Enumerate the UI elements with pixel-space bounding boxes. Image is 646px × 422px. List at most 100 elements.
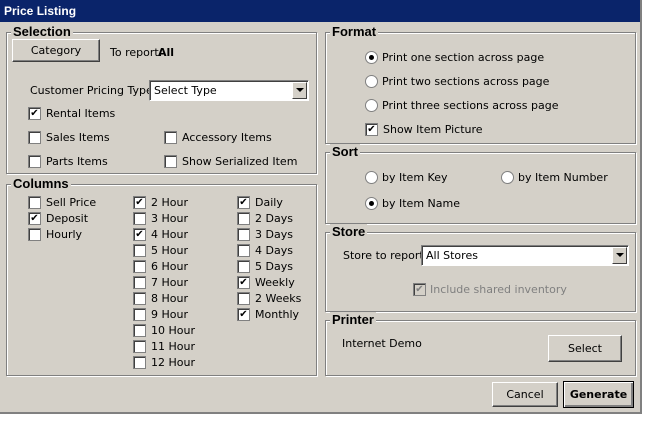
format-title: Format — [330, 24, 379, 40]
store-to-report-label: Store to report: — [343, 249, 428, 262]
column-label: 9 Hour — [151, 308, 188, 321]
column-checkbox[interactable] — [133, 276, 146, 289]
include-shared-checkbox[interactable]: ✔ — [413, 283, 426, 296]
column-label: Sell Price — [46, 196, 97, 209]
columns-group: Columns Sell Price ✔ Deposit Hourly ✔ 2 Hour 3… — [6, 176, 317, 376]
column-checkbox[interactable]: ✔ — [237, 196, 250, 209]
column-checkbox[interactable]: ✔ — [28, 212, 41, 225]
format-two-label: Print two sections across page — [382, 75, 550, 88]
rental-items-label: Rental Items — [46, 107, 116, 120]
cancel-button[interactable]: Cancel — [492, 382, 558, 407]
selection-group: Selection Category To report: All Custom… — [6, 24, 317, 174]
column-label: 6 Hour — [151, 260, 188, 273]
column-label: 2 Days — [255, 212, 293, 225]
generate-button[interactable]: Generate — [563, 381, 634, 408]
column-label: 4 Hour — [151, 228, 188, 241]
column-label: 7 Hour — [151, 276, 188, 289]
sort-item-name-radio[interactable] — [365, 197, 378, 210]
format-one-label: Print one section across page — [382, 51, 545, 64]
selection-title: Selection — [11, 24, 73, 40]
column-label: 4 Days — [255, 244, 293, 257]
column-checkbox[interactable] — [237, 260, 250, 273]
column-checkbox[interactable] — [133, 324, 146, 337]
sales-items-checkbox[interactable] — [28, 131, 41, 144]
format-one-radio[interactable] — [365, 51, 378, 64]
column-checkbox[interactable]: ✔ — [133, 228, 146, 241]
category-button[interactable]: Category — [12, 39, 100, 62]
column-checkbox[interactable] — [237, 292, 250, 305]
column-checkbox[interactable] — [133, 292, 146, 305]
format-three-radio[interactable] — [365, 99, 378, 112]
show-serialized-label: Show Serialized Item — [182, 155, 298, 168]
column-label: Hourly — [46, 228, 83, 241]
column-label: 12 Hour — [151, 356, 195, 369]
format-group: Format Print one section across page Pri… — [325, 24, 636, 144]
sort-item-number-radio[interactable] — [501, 171, 514, 184]
column-checkbox[interactable] — [133, 356, 146, 369]
column-checkbox[interactable] — [133, 212, 146, 225]
chevron-down-icon[interactable] — [292, 82, 307, 99]
column-label: Deposit — [46, 212, 89, 225]
printer-title: Printer — [330, 312, 376, 328]
column-label: 3 Hour — [151, 212, 188, 225]
column-label: 5 Hour — [151, 244, 188, 257]
sort-item-key-radio[interactable] — [365, 171, 378, 184]
sort-item-name-label: by Item Name — [382, 197, 460, 210]
column-label: 10 Hour — [151, 324, 195, 337]
sort-item-key-label: by Item Key — [382, 171, 448, 184]
printer-select-button[interactable]: Select — [548, 335, 622, 362]
pricing-type-select[interactable]: Select Type — [149, 80, 309, 101]
column-label: 11 Hour — [151, 340, 195, 353]
parts-items-checkbox[interactable] — [28, 155, 41, 168]
sort-group: Sort by Item Key by Item Number by Item … — [325, 144, 636, 224]
column-label: 8 Hour — [151, 292, 188, 305]
column-checkbox[interactable] — [133, 244, 146, 257]
sort-item-number-label: by Item Number — [518, 171, 608, 184]
column-checkbox[interactable]: ✔ — [237, 276, 250, 289]
column-checkbox[interactable]: ✔ — [133, 196, 146, 209]
parts-items-label: Parts Items — [46, 155, 108, 168]
accessory-items-label: Accessory Items — [182, 131, 272, 144]
column-label: Daily — [255, 196, 283, 209]
sales-items-label: Sales Items — [46, 131, 110, 144]
column-label: Weekly — [255, 276, 295, 289]
price-listing-dialog: Price Listing Selection Category To repo… — [0, 0, 642, 414]
rental-items-checkbox[interactable]: ✔ — [28, 107, 41, 120]
to-report-label: To report: — [110, 46, 163, 59]
column-label: 5 Days — [255, 260, 293, 273]
show-picture-checkbox[interactable]: ✔ — [365, 123, 378, 136]
chevron-down-icon[interactable] — [612, 247, 627, 264]
printer-group: Printer Internet Demo Select — [325, 312, 636, 376]
store-group: Store Store to report: All Stores ✔ Incl… — [325, 224, 636, 312]
column-label: 2 Weeks — [255, 292, 302, 305]
column-checkbox[interactable] — [237, 228, 250, 241]
column-checkbox[interactable] — [133, 308, 146, 321]
pricing-type-label: Customer Pricing Type: — [30, 84, 157, 97]
column-checkbox[interactable]: ✔ — [237, 308, 250, 321]
format-two-radio[interactable] — [365, 75, 378, 88]
pricing-type-value: Select Type — [154, 84, 217, 97]
accessory-items-checkbox[interactable] — [164, 131, 177, 144]
store-select[interactable]: All Stores — [421, 245, 629, 266]
radio-dot — [369, 201, 374, 206]
column-checkbox[interactable] — [237, 244, 250, 257]
show-serialized-checkbox[interactable] — [164, 155, 177, 168]
printer-name: Internet Demo — [342, 337, 422, 350]
columns-title: Columns — [11, 176, 71, 192]
store-value: All Stores — [426, 249, 478, 262]
column-label: 3 Days — [255, 228, 293, 241]
column-label: Monthly — [255, 308, 300, 321]
show-picture-label: Show Item Picture — [383, 123, 483, 136]
include-shared-label: Include shared inventory — [430, 283, 567, 296]
format-three-label: Print three sections across page — [382, 99, 559, 112]
column-checkbox[interactable] — [237, 212, 250, 225]
column-label: 2 Hour — [151, 196, 188, 209]
column-checkbox[interactable] — [28, 228, 41, 241]
radio-dot — [369, 55, 374, 60]
window-title: Price Listing — [0, 0, 640, 22]
to-report-value: All — [158, 46, 175, 59]
column-checkbox[interactable] — [133, 340, 146, 353]
column-checkbox[interactable] — [28, 196, 41, 209]
sort-title: Sort — [330, 144, 360, 160]
column-checkbox[interactable] — [133, 260, 146, 273]
